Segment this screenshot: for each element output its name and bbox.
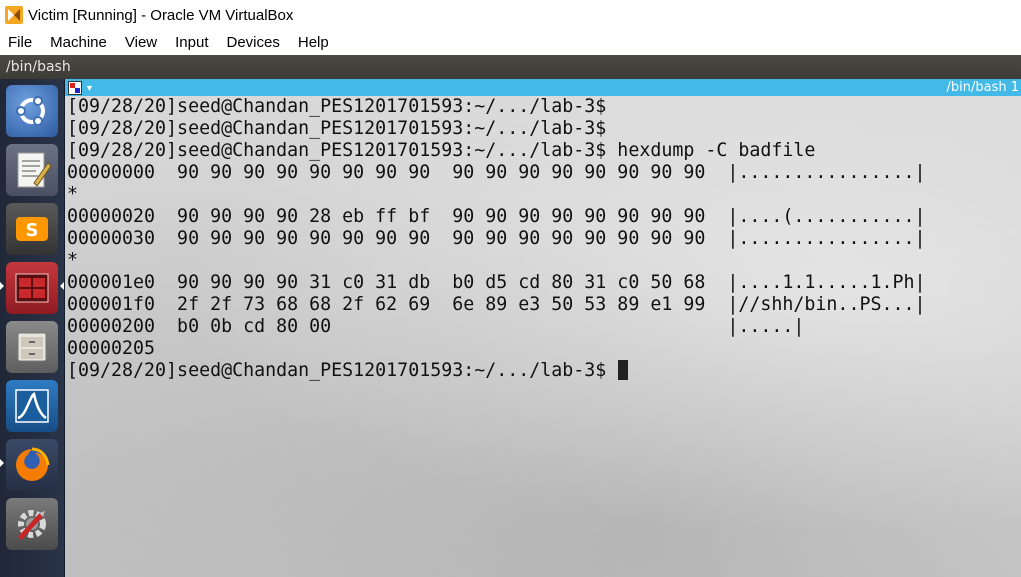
menu-devices[interactable]: Devices <box>227 34 280 51</box>
menu-file[interactable]: File <box>8 34 32 51</box>
terminal-line: 00000000 90 90 90 90 90 90 90 90 90 90 9… <box>67 162 926 183</box>
window-title: Victim [Running] - Oracle VM VirtualBox <box>28 6 294 24</box>
terminal-line: [09/28/20]seed@Chandan_PES1201701593:~/.… <box>67 96 607 117</box>
terminal-line: 000001f0 2f 2f 73 68 68 2f 62 69 6e 89 e… <box>67 294 926 315</box>
running-indicator <box>0 459 4 467</box>
terminal-line: [09/28/20]seed@Chandan_PES1201701593:~/.… <box>67 118 607 139</box>
file-manager-icon[interactable] <box>6 321 58 373</box>
terminal-tab-bar: ▼ /bin/bash 1 <box>65 79 1021 96</box>
terminal-line: * <box>67 184 79 205</box>
top-panel-title: /bin/bash <box>6 59 71 75</box>
firefox-icon[interactable] <box>6 439 58 491</box>
top-panel: /bin/bash <box>0 55 1021 79</box>
terminal-tab-title: /bin/bash 1 <box>946 80 1020 95</box>
terminal-line: 00000030 90 90 90 90 90 90 90 90 90 90 9… <box>67 228 926 249</box>
text-editor-icon[interactable] <box>6 144 58 196</box>
terminal-line: 000001e0 90 90 90 90 31 c0 31 db b0 d5 c… <box>67 272 926 293</box>
menu-input[interactable]: Input <box>175 34 208 51</box>
ubuntu-dash-icon[interactable] <box>6 85 58 137</box>
sublime-text-icon[interactable]: S <box>6 203 58 255</box>
terminal-line: 00000020 90 90 90 90 28 eb ff bf 90 90 9… <box>67 206 926 227</box>
menu-machine[interactable]: Machine <box>50 34 107 51</box>
focused-indicator <box>60 282 64 290</box>
terminator-icon[interactable] <box>68 80 82 95</box>
unity-launcher: S <box>0 79 65 577</box>
terminal-icon[interactable] <box>6 262 58 314</box>
window-titlebar: Victim [Running] - Oracle VM VirtualBox <box>0 0 1021 30</box>
menu-view[interactable]: View <box>125 34 157 51</box>
menu-help[interactable]: Help <box>298 34 329 51</box>
svg-text:S: S <box>26 220 39 241</box>
running-indicator <box>0 282 4 290</box>
system-settings-icon[interactable] <box>6 498 58 550</box>
terminal-line: 00000205 <box>67 338 156 359</box>
terminal-line: 00000200 b0 0b cd 80 00 |.....| <box>67 316 805 337</box>
virtualbox-icon <box>4 5 24 25</box>
terminal-area[interactable]: [09/28/20]seed@Chandan_PES1201701593:~/.… <box>65 96 1021 577</box>
terminal-line: [09/28/20]seed@Chandan_PES1201701593:~/.… <box>67 140 816 161</box>
terminal-line: * <box>67 250 79 271</box>
wireshark-icon[interactable] <box>6 380 58 432</box>
terminal-cursor <box>618 360 629 380</box>
chevron-down-icon[interactable]: ▼ <box>85 83 94 93</box>
terminal-output: [09/28/20]seed@Chandan_PES1201701593:~/.… <box>67 96 926 382</box>
menubar: File Machine View Input Devices Help <box>0 30 1021 55</box>
terminal-prompt: [09/28/20]seed@Chandan_PES1201701593:~/.… <box>67 360 618 381</box>
terminal-prompt-line[interactable]: [09/28/20]seed@Chandan_PES1201701593:~/.… <box>67 360 926 382</box>
